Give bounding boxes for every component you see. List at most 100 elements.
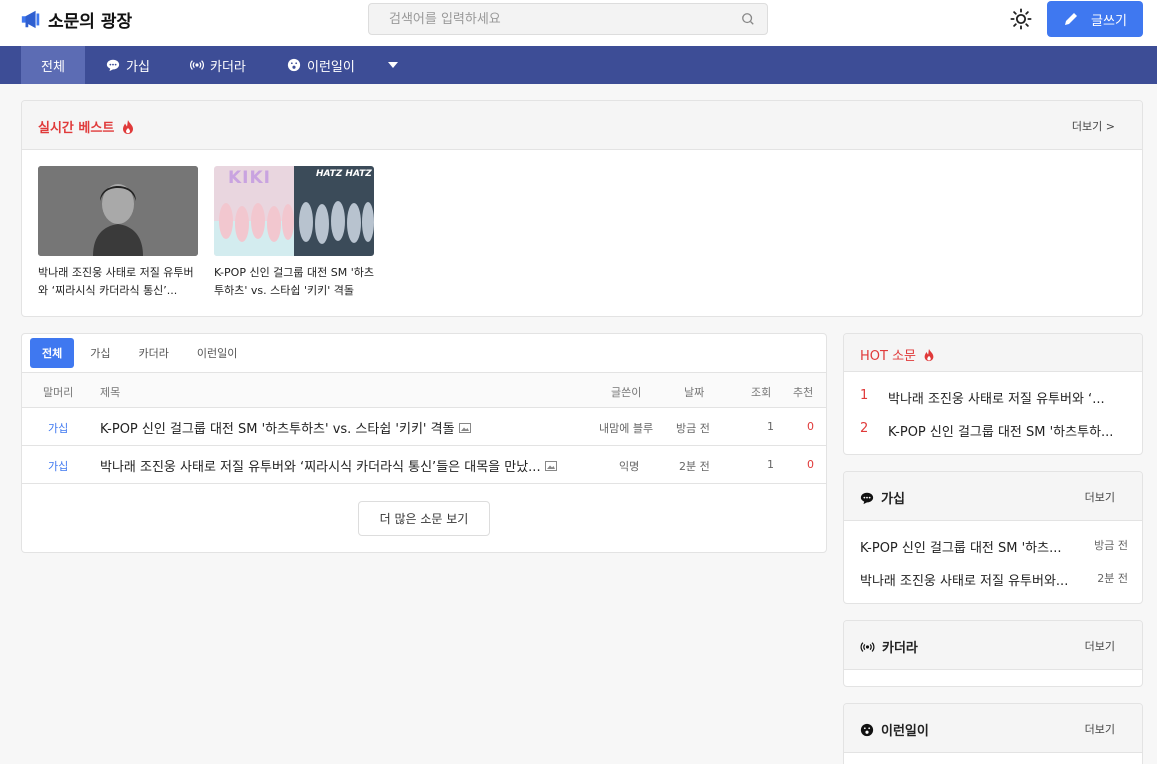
thumb-text-hatz: HATZ HATZ [316, 169, 372, 179]
surprise-icon [860, 723, 874, 736]
row-likes: 0 [807, 458, 814, 471]
gossip-item-date: 방금 전 [1094, 539, 1128, 552]
best-item[interactable]: 박나래 조진웅 사태로 저질 유투버와 ‘찌라시식 카더라식 통신’... [38, 166, 198, 300]
col-likes: 추천 [793, 386, 814, 399]
table-header: 말머리 제목 글쓴이 날짜 조회 추천 [22, 372, 826, 408]
chevron-down-icon[interactable] [388, 61, 398, 69]
hot-rank: 2 [860, 421, 869, 436]
nav-item-label: 전체 [41, 59, 65, 75]
image-icon [544, 460, 557, 471]
rumor-more-link[interactable]: 더보기 [1085, 638, 1115, 654]
rumor-header: 카더라 더보기 [844, 621, 1142, 670]
row-category[interactable]: 가십 [48, 458, 68, 474]
row-title[interactable]: 박나래 조진웅 사태로 저질 유투버와 ‘찌라시식 카더라식 통신’들은 대목을… [100, 456, 557, 475]
best-title: 실시간 베스트 [38, 117, 136, 136]
best-header: 실시간 베스트 더보기 > [22, 101, 1142, 150]
hot-panel: HOT 소문 1 박나래 조진웅 사태로 저질 유투버와 ‘... 2 K-PO… [843, 333, 1143, 455]
best-caption: 박나래 조진웅 사태로 저질 유투버와 ‘찌라시식 카더라식 통신’... [38, 266, 194, 297]
nav-item-label: 카더라 [210, 59, 246, 75]
hot-title: HOT 소문 [860, 345, 936, 364]
best-more-link[interactable]: 더보기 > [1072, 118, 1115, 134]
col-views: 조회 [751, 386, 772, 399]
hot-item-title[interactable]: 박나래 조진웅 사태로 저질 유투버와 ‘... [888, 388, 1105, 407]
chat-icon [860, 492, 874, 504]
hot-item[interactable]: 2 K-POP 신인 걸그룹 대전 SM '하츠투하... [860, 421, 1125, 440]
search-icon[interactable] [741, 12, 755, 26]
gossip-title: 가십 [860, 488, 905, 507]
gossip-item-date: 2분 전 [1097, 572, 1128, 585]
write-button-label: 글쓰기 [1091, 13, 1127, 29]
fire-icon [123, 119, 134, 134]
wow-title: 이런일이 [860, 720, 929, 739]
row-title-text[interactable]: 박나래 조진웅 사태로 저질 유투버와 ‘찌라시식 카더라식 통신’들은 대목을… [100, 456, 541, 475]
search-box[interactable] [368, 3, 768, 35]
nav-item-gossip[interactable]: 가십 [106, 46, 150, 84]
rumor-title: 카더라 [860, 637, 918, 656]
thumb-text-kiki: KIKI [228, 168, 271, 188]
best-thumbnail[interactable] [38, 166, 198, 256]
table-row[interactable]: 가십 박나래 조진웅 사태로 저질 유투버와 ‘찌라시식 카더라식 통신’들은 … [22, 446, 826, 484]
col-date: 날짜 [684, 386, 705, 399]
fire-icon [924, 348, 934, 361]
sun-icon[interactable] [1010, 8, 1032, 30]
best-thumbnail[interactable]: KIKI HATZ HATZ [214, 166, 374, 256]
tab-wow[interactable]: 이런일이 [185, 338, 249, 368]
gossip-more-link[interactable]: 더보기 [1085, 489, 1115, 505]
gossip-item-title[interactable]: K-POP 신인 걸그룹 대전 SM '하츠... [860, 537, 1075, 556]
person-photo [38, 166, 198, 256]
chat-icon [106, 59, 120, 72]
radio-icon [190, 60, 204, 70]
wow-panel: 이런일이 더보기 [843, 703, 1143, 764]
row-title-text[interactable]: K-POP 신인 걸그룹 대전 SM '하츠투하츠' vs. 스타쉽 '키키' … [100, 418, 455, 437]
megaphone-icon [21, 10, 40, 29]
best-panel: 실시간 베스트 더보기 > 박나래 조진웅 사태로 저질 유투버와 ‘찌라시식 … [21, 100, 1143, 317]
hot-title-text: HOT 소문 [860, 349, 917, 364]
write-button[interactable]: 글쓰기 [1047, 1, 1143, 37]
row-likes: 0 [807, 420, 814, 433]
hot-item-title[interactable]: K-POP 신인 걸그룹 대전 SM '하츠투하... [888, 421, 1113, 440]
best-title-text: 실시간 베스트 [38, 121, 115, 136]
search-input[interactable] [389, 11, 741, 27]
hot-header: HOT 소문 [844, 334, 1142, 372]
nav-item-rumor[interactable]: 카더라 [190, 46, 246, 84]
best-caption: K-POP 신인 걸그룹 대전 SM '하츠투하츠' vs. 스타쉽 '키키' … [214, 266, 374, 297]
row-title[interactable]: K-POP 신인 걸그룹 대전 SM '하츠투하츠' vs. 스타쉽 '키키' … [100, 418, 471, 437]
category-nav: 전체 가십 카더라 이런일이 [0, 46, 1157, 84]
gossip-item[interactable]: K-POP 신인 걸그룹 대전 SM '하츠... 방금 전 [860, 537, 1128, 556]
row-author[interactable]: 내맘에 블루 [599, 420, 653, 436]
table-row[interactable]: 가십 K-POP 신인 걸그룹 대전 SM '하츠투하츠' vs. 스타쉽 '키… [22, 408, 826, 446]
col-category: 말머리 [43, 386, 74, 399]
row-date: 2분 전 [679, 460, 710, 473]
best-item[interactable]: KIKI HATZ HATZ K-POP 신인 걸그룹 대전 SM '하츠투하츠… [214, 166, 374, 300]
row-date: 방금 전 [676, 422, 710, 435]
header: 소문의 광장 글쓰기 [0, 0, 1157, 46]
app-title: 소문의 광장 [48, 11, 133, 32]
gossip-header: 가십 더보기 [844, 472, 1142, 521]
wow-title-text: 이런일이 [881, 724, 929, 739]
row-category[interactable]: 가십 [48, 420, 68, 436]
row-author[interactable]: 익명 [619, 458, 639, 474]
nav-item-wow[interactable]: 이런일이 [287, 46, 355, 84]
nav-item-label: 가십 [126, 59, 150, 75]
gossip-title-text: 가십 [881, 492, 905, 507]
gossip-item[interactable]: 박나래 조진웅 사태로 저질 유투버와... 2분 전 [860, 570, 1128, 589]
nav-item-all[interactable]: 전체 [21, 46, 85, 84]
hot-item[interactable]: 1 박나래 조진웅 사태로 저질 유투버와 ‘... [860, 388, 1125, 407]
col-author: 글쓴이 [611, 386, 642, 399]
gossip-panel: 가십 더보기 K-POP 신인 걸그룹 대전 SM '하츠... 방금 전 박나… [843, 471, 1143, 604]
rumor-title-text: 카더라 [882, 641, 918, 656]
tab-all[interactable]: 전체 [30, 338, 75, 368]
rumor-panel: 카더라 더보기 [843, 620, 1143, 687]
load-more-button[interactable]: 더 많은 소문 보기 [358, 501, 490, 536]
tab-gossip[interactable]: 가십 [78, 338, 122, 368]
pencil-icon [1065, 13, 1078, 25]
surprise-icon [287, 58, 301, 72]
gossip-item-title[interactable]: 박나래 조진웅 사태로 저질 유투버와... [860, 570, 1075, 589]
image-icon [458, 422, 471, 433]
row-views: 1 [767, 420, 774, 433]
wow-more-link[interactable]: 더보기 [1085, 721, 1115, 737]
tab-rumor[interactable]: 카더라 [127, 338, 181, 368]
wow-header: 이런일이 더보기 [844, 704, 1142, 753]
logo[interactable]: 소문의 광장 [20, 7, 133, 32]
nav-item-label: 이런일이 [307, 59, 355, 75]
